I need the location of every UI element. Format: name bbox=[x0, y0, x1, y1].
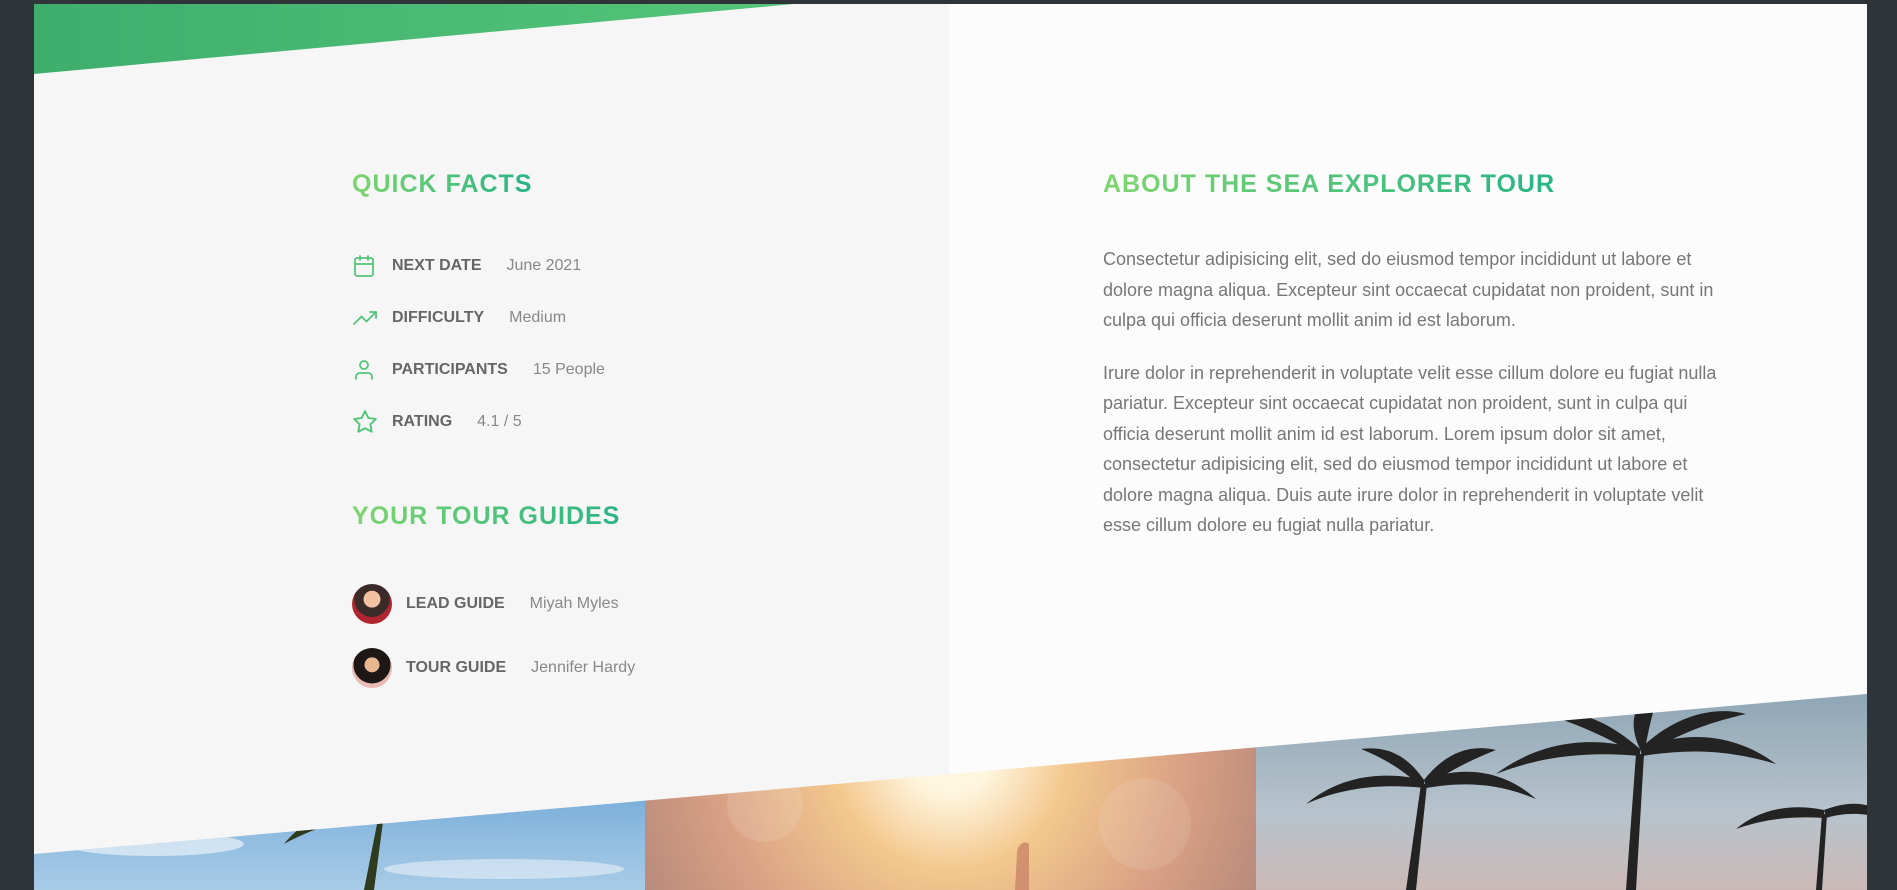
fact-value: June 2021 bbox=[506, 257, 582, 274]
fact-next-date: NEXT DATE June 2021 bbox=[352, 240, 605, 292]
about-paragraph: Irure dolor in reprehenderit in voluptat… bbox=[1103, 362, 1717, 536]
gallery-photo-palm-silhouettes bbox=[1256, 694, 1867, 890]
guide-lead: LEAD GUIDE Miyah Myles bbox=[352, 572, 635, 636]
fact-rating: RATING 4.1 / 5 bbox=[352, 396, 605, 448]
star-icon bbox=[352, 409, 378, 435]
avatar bbox=[352, 584, 392, 624]
about-heading: ABOUT THE SEA EXPLORER TOUR bbox=[1103, 170, 1556, 198]
tour-guides-heading: YOUR TOUR GUIDES bbox=[352, 502, 621, 530]
fact-label: RATING bbox=[392, 413, 453, 430]
guide-name: Jennifer Hardy bbox=[531, 659, 636, 676]
fact-value: 15 People bbox=[532, 361, 605, 378]
trending-up-icon bbox=[352, 305, 378, 331]
fact-participants: PARTICIPANTS 15 People bbox=[352, 344, 605, 396]
quick-facts-heading: QUICK FACTS bbox=[352, 170, 533, 198]
fact-label: DIFFICULTY bbox=[392, 309, 485, 326]
about-description: Consectetur adipisicing elit, sed do eiu… bbox=[1103, 244, 1721, 563]
guide-tour: TOUR GUIDE Jennifer Hardy bbox=[352, 636, 635, 700]
fact-label: NEXT DATE bbox=[392, 257, 482, 274]
user-icon bbox=[352, 357, 378, 383]
about-paragraph: Consectetur adipisicing elit, sed do eiu… bbox=[1103, 249, 1714, 330]
quick-facts-list: NEXT DATE June 2021 DIFFICULTY Medium PA… bbox=[352, 240, 605, 448]
fact-difficulty: DIFFICULTY Medium bbox=[352, 292, 605, 344]
guide-role: TOUR GUIDE bbox=[406, 659, 507, 676]
fact-value: 4.1 / 5 bbox=[477, 413, 522, 430]
fact-value: Medium bbox=[509, 309, 567, 326]
tour-description-section: QUICK FACTS NEXT DATE June 2021 DIFFICUL… bbox=[34, 4, 1867, 890]
guide-role: LEAD GUIDE bbox=[406, 595, 505, 612]
avatar bbox=[352, 648, 392, 688]
fact-label: PARTICIPANTS bbox=[392, 361, 508, 378]
tour-guides-list: LEAD GUIDE Miyah Myles TOUR GUIDE Jennif… bbox=[352, 572, 635, 700]
calendar-icon bbox=[352, 253, 378, 279]
guide-name: Miyah Myles bbox=[529, 595, 619, 612]
